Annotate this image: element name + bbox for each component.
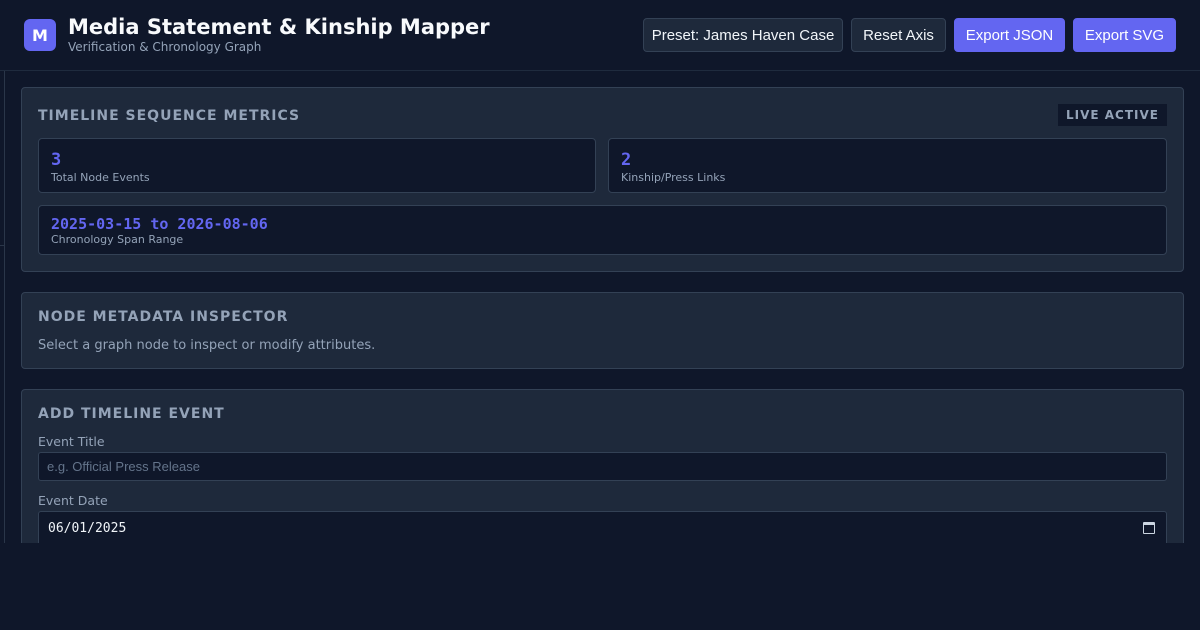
- reset-axis-button[interactable]: Reset Axis: [851, 18, 946, 52]
- event-title-label: Event Title: [38, 434, 105, 449]
- app-title: Media Statement & Kinship Mapper: [68, 15, 490, 39]
- add-event-panel: ADD TIMELINE EVENT Event Title Event Dat…: [21, 389, 1184, 543]
- total-events-card: 3 Total Node Events: [38, 138, 596, 193]
- inspector-hint: Select a graph node to inspect or modify…: [38, 338, 376, 353]
- preset-button[interactable]: Preset: James Haven Case: [643, 18, 843, 52]
- page-background: [0, 543, 1200, 630]
- app-window: M Media Statement & Kinship Mapper Verif…: [0, 0, 1200, 630]
- total-events-value: 3: [51, 150, 62, 170]
- scroll-rail-divider: [0, 245, 5, 246]
- scroll-rail[interactable]: [0, 71, 5, 543]
- export-json-button[interactable]: Export JSON: [954, 18, 1065, 52]
- timeline-metrics-panel: TIMELINE SEQUENCE METRICS LIVE ACTIVE 3 …: [21, 87, 1184, 272]
- add-event-panel-title: ADD TIMELINE EVENT: [38, 406, 225, 422]
- kinship-links-label: Kinship/Press Links: [621, 171, 726, 184]
- total-events-label: Total Node Events: [51, 171, 150, 184]
- sidebar-scroll-area[interactable]: TIMELINE SEQUENCE METRICS LIVE ACTIVE 3 …: [0, 71, 1200, 543]
- app-header: M Media Statement & Kinship Mapper Verif…: [0, 0, 1200, 71]
- calendar-icon[interactable]: [1143, 522, 1155, 534]
- inspector-panel-title: NODE METADATA INSPECTOR: [38, 309, 289, 325]
- node-inspector-panel: NODE METADATA INSPECTOR Select a graph n…: [21, 292, 1184, 369]
- live-status-badge: LIVE ACTIVE: [1057, 104, 1167, 126]
- app-subtitle: Verification & Chronology Graph: [68, 40, 262, 54]
- chronology-span-value: 2025-03-15 to 2026-08-06: [51, 215, 268, 233]
- app-logo-icon: M: [24, 19, 56, 51]
- chronology-span-card: 2025-03-15 to 2026-08-06 Chronology Span…: [38, 205, 1167, 255]
- export-svg-button[interactable]: Export SVG: [1073, 18, 1176, 52]
- chronology-span-label: Chronology Span Range: [51, 233, 184, 246]
- event-date-value: 06/01/2025: [48, 521, 127, 536]
- metrics-panel-title: TIMELINE SEQUENCE METRICS: [38, 108, 301, 124]
- event-date-label: Event Date: [38, 493, 108, 508]
- event-date-input[interactable]: 06/01/2025: [38, 511, 1167, 543]
- event-title-input[interactable]: [38, 452, 1167, 481]
- kinship-links-value: 2: [621, 150, 632, 170]
- kinship-links-card: 2 Kinship/Press Links: [608, 138, 1167, 193]
